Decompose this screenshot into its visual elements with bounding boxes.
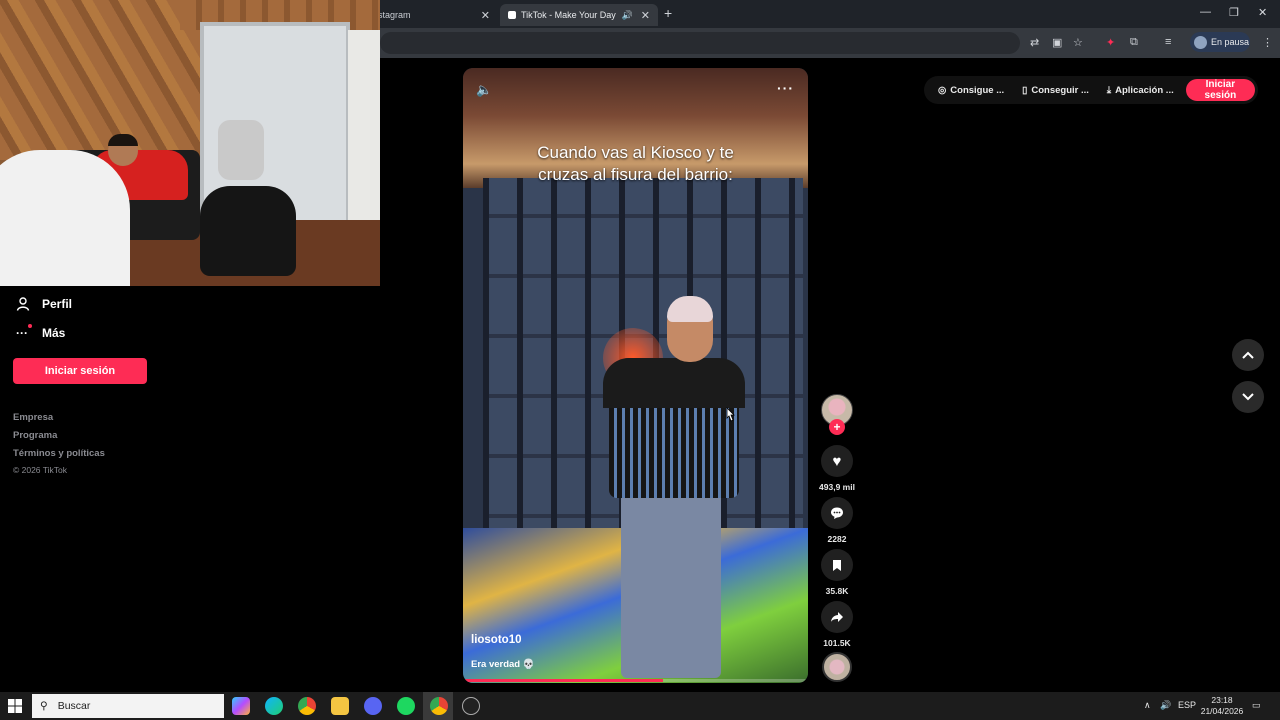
more-options-icon[interactable]: ··· <box>777 80 794 96</box>
search-icon: ⚲ <box>40 700 48 712</box>
person-icon <box>16 297 30 311</box>
music-disc-icon[interactable] <box>822 652 852 682</box>
webcam-chair <box>200 186 296 276</box>
close-tab-icon[interactable]: ✕ <box>641 9 650 22</box>
share-count: 101.5K <box>823 638 851 648</box>
volume-tray-icon[interactable]: 🔊 <box>1160 700 1171 711</box>
more-icon: ··· <box>16 324 32 340</box>
video-subject <box>603 358 745 408</box>
top-login-button[interactable]: Iniciar sesión <box>1185 79 1255 101</box>
like-count: 493,9 mil <box>819 482 855 492</box>
video-description: Era verdad 💀 <box>471 659 535 670</box>
webcam-wall <box>0 0 200 160</box>
volume-icon[interactable]: 🔈 <box>476 82 492 98</box>
phone-icon: ▯ <box>1022 84 1028 96</box>
get-app-button[interactable]: ▯ Conseguir ... <box>1016 85 1095 96</box>
sidebar-item-label: Perfil <box>42 297 73 311</box>
share-icon[interactable] <box>821 601 853 633</box>
bookmark-icon[interactable] <box>821 549 853 581</box>
desktop-app-button[interactable]: ⤓ Aplicación ... <box>1101 85 1180 96</box>
share-action[interactable]: 101.5K <box>820 601 854 648</box>
edge-icon[interactable] <box>265 697 283 715</box>
chrome-icon[interactable] <box>298 697 316 715</box>
comment-icon[interactable] <box>821 497 853 529</box>
spotify-icon[interactable] <box>397 697 415 715</box>
tab-instagram[interactable]: stagram ✕ <box>370 4 498 26</box>
language-indicator[interactable]: ESP <box>1178 700 1196 710</box>
file-explorer-icon[interactable] <box>331 697 349 715</box>
comment-action[interactable]: 2282 <box>820 497 854 544</box>
heart-icon[interactable]: ♥ <box>821 445 853 477</box>
download-icon: ⤓ <box>1106 84 1112 96</box>
sidebar-item-more[interactable]: ··· Más <box>16 324 66 340</box>
cast-icon[interactable]: ▣ <box>1052 36 1062 49</box>
translate-icon[interactable]: ⇄ <box>1030 36 1039 49</box>
top-actions-bar: ◎ Consigue ... ▯ Conseguir ... ⤓ Aplicac… <box>924 76 1258 104</box>
coin-icon: ◎ <box>938 84 947 96</box>
follow-button[interactable]: + <box>829 419 845 435</box>
audio-playing-icon[interactable]: 🔊 <box>622 10 633 21</box>
video-progress-bar[interactable] <box>463 679 808 682</box>
like-action[interactable]: ♥ 493,9 mil <box>819 445 855 492</box>
tab-label: TikTok - Make Your Day <box>521 10 616 20</box>
video-caption: Cuando vas al Kiosco y te cruzas al fisu… <box>537 143 734 184</box>
chevron-down-icon <box>1242 393 1254 401</box>
minimize-icon[interactable]: — <box>1200 6 1211 18</box>
video-username[interactable]: liosoto10 <box>471 634 521 646</box>
profile-status: En pausa <box>1211 37 1250 47</box>
profile-button[interactable]: En pausa <box>1190 32 1250 52</box>
extensions-puzzle-icon[interactable]: ⧉ <box>1130 36 1138 49</box>
video-player[interactable]: Cuando vas al Kiosco y te cruzas al fisu… <box>463 68 808 683</box>
browser-menu-icon[interactable]: ⋮ <box>1262 36 1273 49</box>
video-progress-fill <box>463 679 664 682</box>
profile-avatar <box>1194 35 1207 49</box>
mouse-cursor-icon <box>726 407 735 422</box>
footer-link-company[interactable]: Empresa <box>13 412 53 423</box>
windows-taskbar: ⚲ Buscar ∧ 🔊 ESP 23:18 21/04/2026 ▭ <box>0 692 1280 720</box>
close-window-icon[interactable]: ✕ <box>1258 6 1267 19</box>
close-tab-icon[interactable]: ✕ <box>481 9 490 22</box>
get-coins-button[interactable]: ◎ Consigue ... <box>932 85 1010 96</box>
restore-icon[interactable]: ❐ <box>1229 6 1239 19</box>
webcam-streamer <box>0 150 130 286</box>
sidebar-login-button[interactable]: Iniciar sesión <box>13 358 147 384</box>
new-tab-button[interactable]: + <box>664 5 672 21</box>
tab-label: stagram <box>378 10 411 20</box>
sidebar-item-label: Más <box>42 326 66 340</box>
tray-chevron-icon[interactable]: ∧ <box>1144 700 1151 711</box>
tab-tiktok[interactable]: TikTok - Make Your Day 🔊 ✕ <box>500 4 658 26</box>
address-bar[interactable] <box>380 32 1020 54</box>
obs-icon[interactable] <box>462 697 480 715</box>
webcam-motorbike <box>218 120 264 180</box>
previous-video-button[interactable] <box>1232 339 1264 371</box>
notifications-icon[interactable]: ▭ <box>1252 700 1261 711</box>
windows-start-icon[interactable] <box>8 699 22 713</box>
footer-link-program[interactable]: Programa <box>13 430 57 441</box>
comment-count: 2282 <box>827 534 847 544</box>
taskbar-clock[interactable]: 23:18 21/04/2026 <box>1196 695 1248 717</box>
tiktok-favicon-icon <box>508 11 516 19</box>
sidebar-item-profile[interactable]: Perfil <box>16 297 72 311</box>
copyright: © 2026 TikTok <box>13 465 67 475</box>
footer-link-terms[interactable]: Términos y políticas <box>13 448 105 459</box>
chrome-active-icon[interactable] <box>430 697 448 715</box>
taskbar-search[interactable]: ⚲ Buscar <box>32 694 224 718</box>
chevron-up-icon <box>1242 351 1254 359</box>
webcam-overlay <box>0 0 380 286</box>
bookmark-star-icon[interactable]: ☆ <box>1073 36 1083 49</box>
save-count: 35.8K <box>825 586 849 596</box>
discord-icon[interactable] <box>364 697 382 715</box>
extension-icon[interactable]: ✦ <box>1106 36 1115 49</box>
save-action[interactable]: 35.8K <box>820 549 854 596</box>
copilot-icon[interactable] <box>232 697 250 715</box>
next-video-button[interactable] <box>1232 381 1264 413</box>
media-control-icon[interactable]: ≡ <box>1165 36 1171 48</box>
